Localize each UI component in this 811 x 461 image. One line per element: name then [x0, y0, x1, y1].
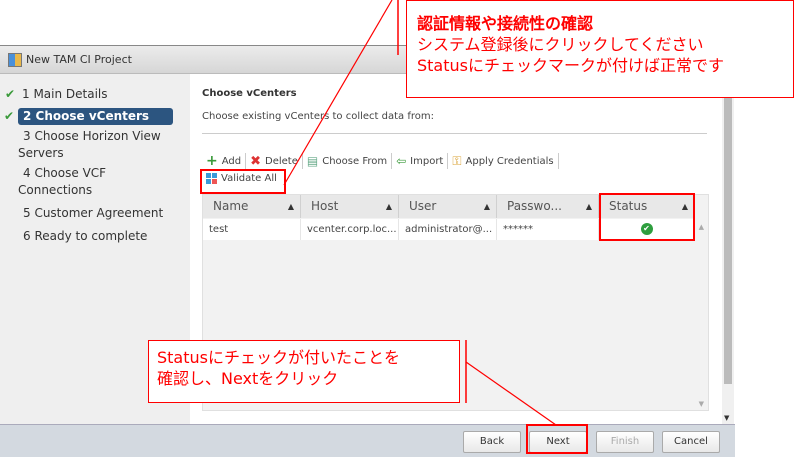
annotation-bottom: Statusにチェックが付いたことを 確認し、Nextをクリック [148, 340, 460, 403]
annotation-text: Statusにチェックマークが付けば正常です [417, 56, 724, 75]
annotation-top: 認証情報や接続性の確認 システム登録後にクリックしてください Statusにチェ… [406, 0, 794, 98]
annotation-text: 確認し、Nextをクリック [157, 369, 339, 388]
annotation-line [465, 361, 557, 426]
annotation-title: 認証情報や接続性の確認 [417, 14, 594, 33]
annotation-line [283, 0, 393, 186]
highlight-status [599, 193, 695, 241]
annotation-text: Statusにチェックが付いたことを [157, 348, 400, 367]
highlight-validate-all [200, 169, 286, 194]
annotation-text: システム登録後にクリックしてください [417, 35, 704, 54]
highlight-next [526, 424, 588, 454]
